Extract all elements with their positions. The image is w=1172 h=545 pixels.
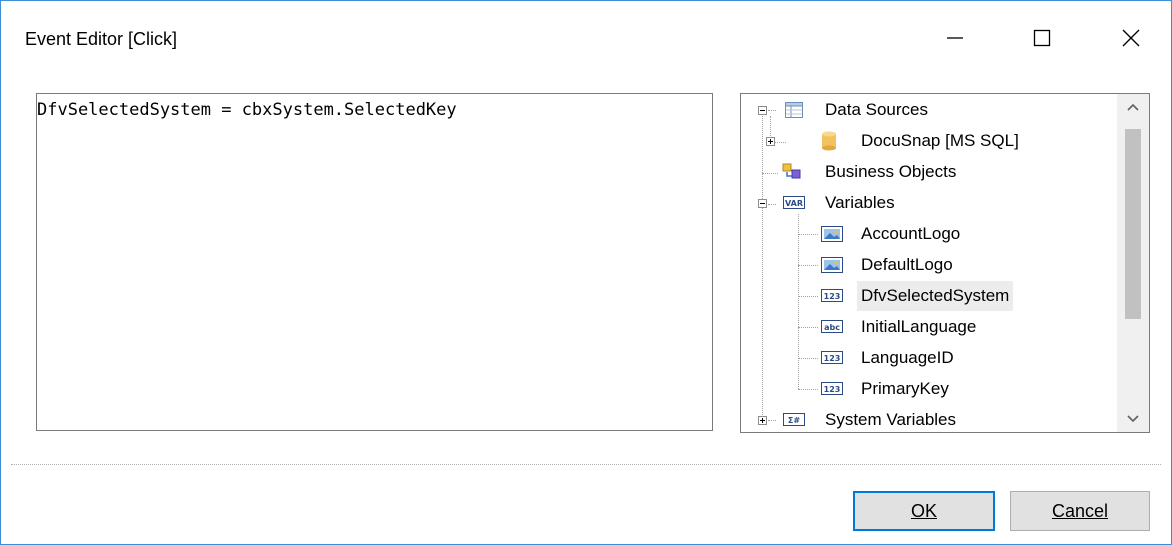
expand-toggle[interactable] xyxy=(766,137,775,146)
tree-node-label: InitialLanguage xyxy=(861,317,977,336)
business-objects-icon xyxy=(782,163,801,179)
tree-node-label: LanguageID xyxy=(861,348,954,367)
code-editor[interactable]: DfvSelectedSystem = cbxSystem.SelectedKe… xyxy=(36,93,713,431)
tree-node-label: AccountLogo xyxy=(861,224,961,243)
minimize-button[interactable] xyxy=(925,15,985,61)
code-text[interactable]: DfvSelectedSystem = cbxSystem.SelectedKe… xyxy=(37,100,457,120)
number-variable-icon: 123 xyxy=(821,382,843,395)
scroll-thumb[interactable] xyxy=(1125,129,1141,319)
ok-button[interactable]: OK xyxy=(853,491,995,531)
tree-node-label: Variables xyxy=(825,193,895,212)
scroll-up-button[interactable] xyxy=(1117,94,1149,120)
tree-node-label: System Variables xyxy=(825,410,957,429)
chevron-down-icon xyxy=(1127,415,1139,423)
variable-icon: VAR xyxy=(783,196,805,209)
ok-button-label: OK xyxy=(910,500,937,521)
object-tree[interactable]: Data Sources DocuSnap [MS SQL] Business … xyxy=(740,93,1150,433)
tree-node-label: Data Sources xyxy=(825,100,928,119)
tree-node-docusnap[interactable]: DocuSnap [MS SQL] xyxy=(741,126,1111,156)
chevron-up-icon xyxy=(1127,103,1139,111)
tree-node-label: DfvSelectedSystem xyxy=(857,281,1014,311)
image-icon xyxy=(821,226,843,242)
cancel-button[interactable]: Cancel xyxy=(1010,491,1150,531)
tree-node-variables[interactable]: VAR Variables xyxy=(741,188,1111,218)
separator xyxy=(11,464,1161,465)
tree-node-primarykey[interactable]: 123 PrimaryKey xyxy=(741,374,1111,404)
collapse-toggle[interactable] xyxy=(758,106,767,115)
tree-scrollbar[interactable] xyxy=(1117,94,1149,432)
tree-node-label: Business Objects xyxy=(825,162,957,181)
tree-node-system-variables[interactable]: Σ# System Variables xyxy=(741,405,1111,432)
table-icon xyxy=(785,102,803,118)
tree-node-label: DefaultLogo xyxy=(861,255,953,274)
text-variable-icon: abc xyxy=(821,320,843,333)
image-icon xyxy=(821,257,843,273)
number-variable-icon: 123 xyxy=(821,351,843,364)
expand-toggle[interactable] xyxy=(758,416,767,425)
system-variable-icon: Σ# xyxy=(783,413,805,426)
window-title: Event Editor [Click] xyxy=(25,29,178,49)
collapse-toggle[interactable] xyxy=(758,199,767,208)
number-variable-icon: 123 xyxy=(821,289,843,302)
cancel-button-label: Cancel xyxy=(1051,500,1109,521)
maximize-button[interactable] xyxy=(1012,15,1072,61)
maximize-icon xyxy=(1033,29,1051,47)
tree-node-dfvselectedsystem[interactable]: 123 DfvSelectedSystem xyxy=(741,281,1111,311)
scroll-down-button[interactable] xyxy=(1117,406,1149,432)
tree-node-label: DocuSnap [MS SQL] xyxy=(861,131,1019,150)
minimize-icon xyxy=(947,37,963,39)
tree-node-defaultlogo[interactable]: DefaultLogo xyxy=(741,250,1111,280)
tree-node-business-objects[interactable]: Business Objects xyxy=(741,157,1111,187)
close-button[interactable] xyxy=(1101,15,1161,61)
tree-node-label: PrimaryKey xyxy=(861,379,949,398)
tree-node-initiallanguage[interactable]: abc InitialLanguage xyxy=(741,312,1111,342)
tree-node-accountlogo[interactable]: AccountLogo xyxy=(741,219,1111,249)
event-editor-dialog: Event Editor [Click] DfvSelectedSystem =… xyxy=(0,0,1172,545)
tree-node-languageid[interactable]: 123 LanguageID xyxy=(741,343,1111,373)
database-icon xyxy=(822,131,836,151)
tree-node-data-sources[interactable]: Data Sources xyxy=(741,95,1111,125)
close-icon xyxy=(1122,29,1140,47)
title-bar[interactable]: Event Editor [Click] xyxy=(1,1,1171,79)
